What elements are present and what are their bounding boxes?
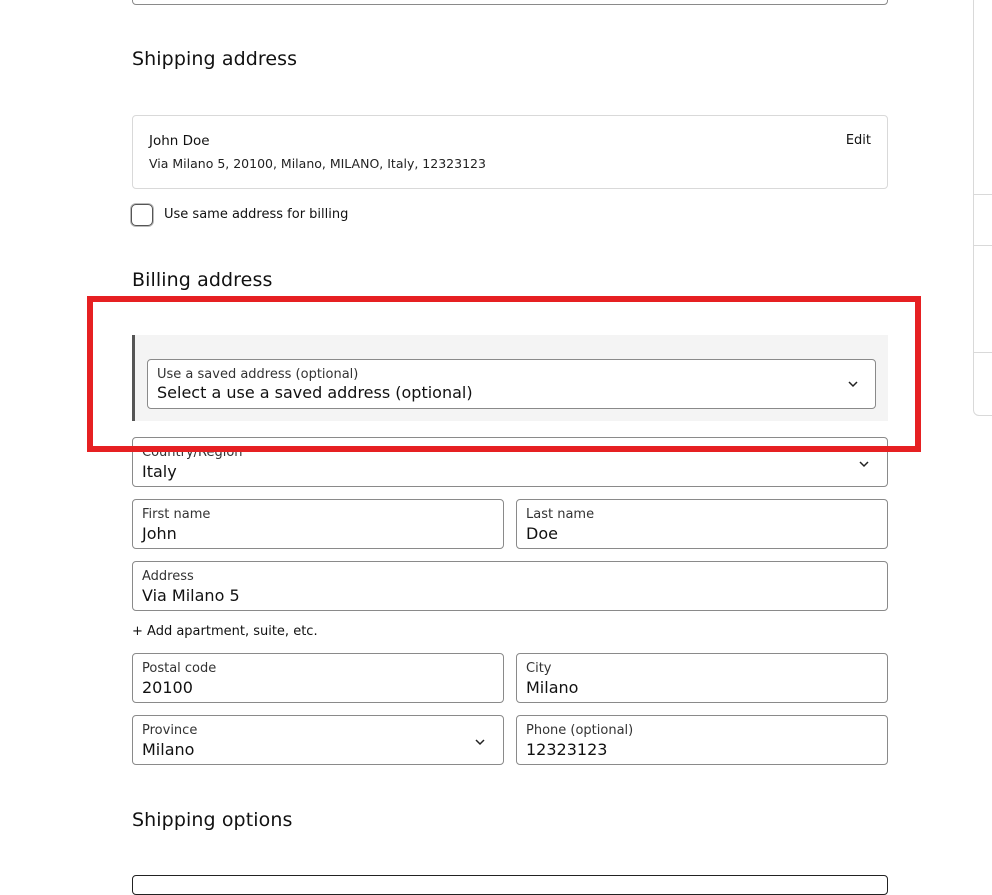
phone-label: Phone (optional): [526, 723, 634, 738]
saved-address-select-label: Use a saved address (optional): [157, 367, 359, 382]
order-summary-panel-edge: [973, 0, 992, 416]
summary-divider: [974, 194, 992, 195]
address-value: Via Milano 5: [142, 586, 240, 605]
province-value: Milano: [142, 740, 195, 759]
chevron-down-icon: [475, 739, 485, 746]
same-billing-address-checkbox[interactable]: [131, 204, 153, 226]
address-label: Address: [142, 569, 194, 584]
chevron-down-icon: [848, 381, 858, 388]
phone-value: 12323123: [526, 740, 608, 759]
last-name-label: Last name: [526, 507, 595, 522]
saved-address-select[interactable]: Use a saved address (optional) Select a …: [147, 359, 876, 409]
first-name-value: John: [142, 524, 177, 543]
first-name-field[interactable]: First name John: [132, 499, 504, 549]
chevron-down-icon: [859, 461, 869, 468]
last-name-field[interactable]: Last name Doe: [516, 499, 888, 549]
shipping-address-card: John Doe Via Milano 5, 20100, Milano, MI…: [132, 115, 888, 189]
city-field[interactable]: City Milano: [516, 653, 888, 703]
summary-divider: [974, 352, 992, 353]
address-field[interactable]: Address Via Milano 5: [132, 561, 888, 611]
postal-code-value: 20100: [142, 678, 193, 697]
same-billing-address-label: Use same address for billing: [164, 207, 349, 222]
city-label: City: [526, 661, 552, 676]
shipping-address-name: John Doe: [149, 133, 210, 149]
country-region-select[interactable]: Country/Region Italy: [132, 437, 888, 487]
phone-field[interactable]: Phone (optional) 12323123: [516, 715, 888, 765]
last-name-value: Doe: [526, 524, 558, 543]
postal-code-field[interactable]: Postal code 20100: [132, 653, 504, 703]
shipping-option-edge[interactable]: [132, 875, 888, 895]
shipping-address-heading: Shipping address: [132, 48, 298, 70]
country-region-value: Italy: [142, 462, 177, 481]
saved-address-select-value: Select a use a saved address (optional): [157, 383, 473, 402]
billing-address-heading: Billing address: [132, 269, 273, 291]
summary-divider: [974, 245, 992, 246]
shipping-address-line: Via Milano 5, 20100, Milano, MILANO, Ita…: [149, 156, 486, 171]
add-apartment-link[interactable]: + Add apartment, suite, etc.: [132, 624, 318, 639]
province-select[interactable]: Province Milano: [132, 715, 504, 765]
first-name-label: First name: [142, 507, 211, 522]
province-label: Province: [142, 723, 198, 738]
shipping-options-heading: Shipping options: [132, 809, 293, 831]
city-value: Milano: [526, 678, 579, 697]
edit-shipping-address-link[interactable]: Edit: [846, 133, 871, 148]
country-region-label: Country/Region: [142, 445, 243, 460]
postal-code-label: Postal code: [142, 661, 217, 676]
previous-field-edge[interactable]: [132, 0, 888, 5]
